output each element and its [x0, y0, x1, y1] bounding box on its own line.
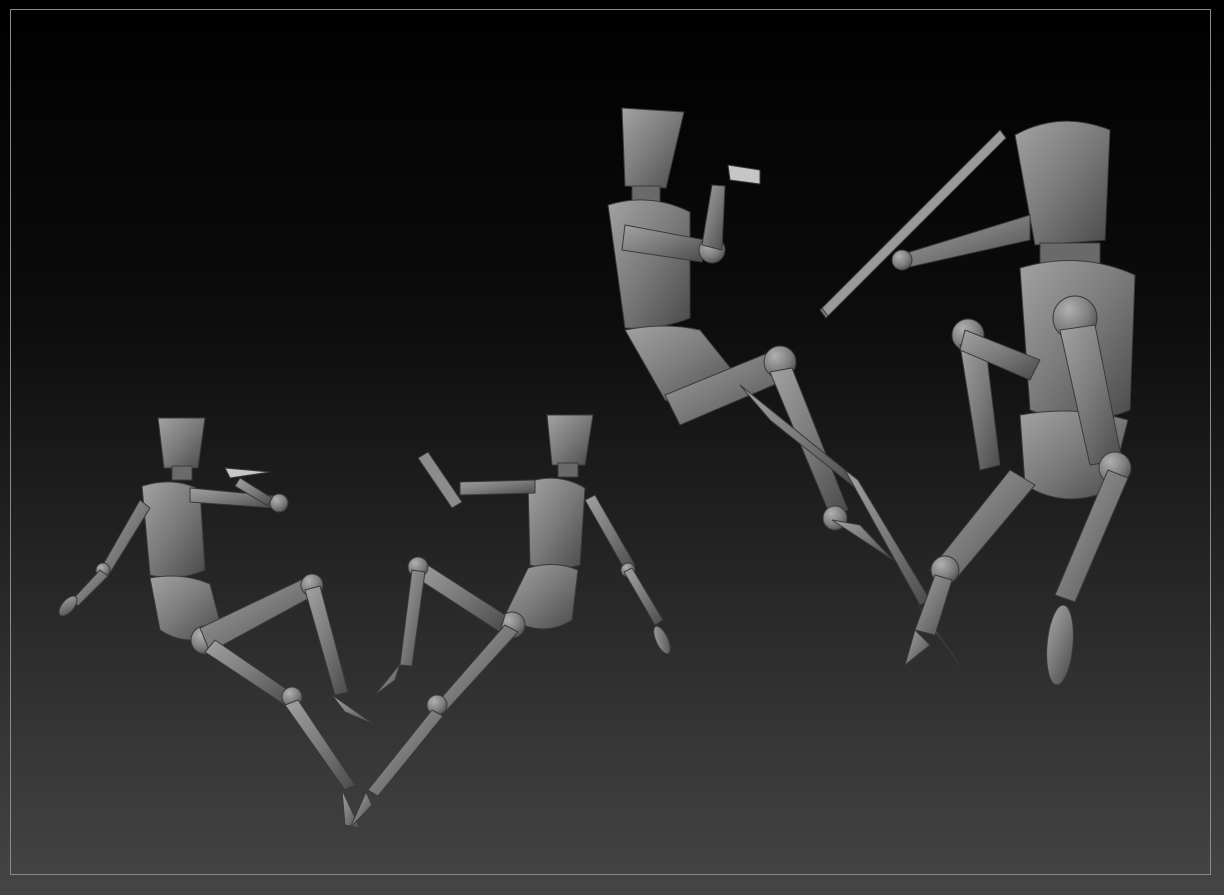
torso — [527, 477, 586, 569]
hand — [891, 249, 913, 271]
viewport-canvas[interactable] — [0, 0, 1224, 895]
neck — [557, 462, 579, 478]
head — [157, 417, 206, 469]
elbow — [269, 493, 289, 513]
upper-arm — [459, 479, 536, 496]
head — [546, 414, 594, 466]
neck — [171, 465, 193, 481]
3d-viewport[interactable] — [0, 0, 1224, 895]
